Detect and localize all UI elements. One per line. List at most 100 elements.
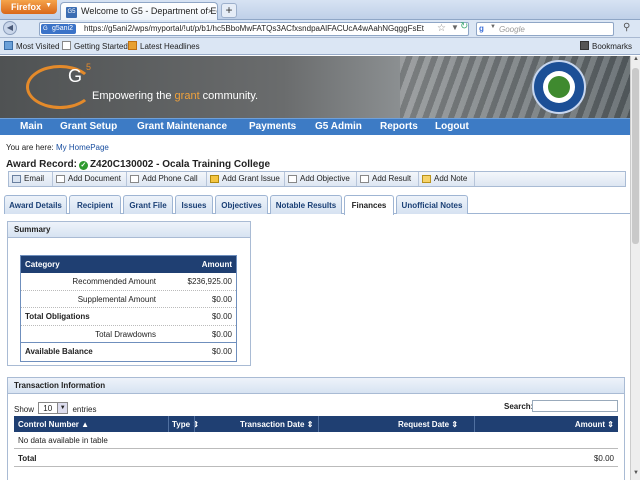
new-tab-button[interactable]: + bbox=[221, 3, 237, 18]
objective-add-icon bbox=[288, 175, 297, 183]
add-grant-issue-button[interactable]: Add Grant Issue bbox=[207, 172, 285, 186]
add-result-button[interactable]: Add Result bbox=[357, 172, 419, 186]
empty-table-message: No data available in table bbox=[14, 432, 618, 449]
sort-icon: ⇕ bbox=[451, 420, 459, 429]
table-row: Total Drawdowns $0.00 bbox=[21, 326, 236, 343]
tab-unofficial-notes[interactable]: Unofficial Notes bbox=[396, 195, 468, 214]
bookmarks-menu-label: Bookmarks bbox=[591, 42, 632, 51]
record-tabs: Award Details Recipient Grant File Issue… bbox=[4, 194, 630, 215]
site-identity-badge[interactable]: g5ani2 bbox=[41, 24, 77, 34]
table-row: Available Balance $0.00 bbox=[21, 343, 236, 361]
add-objective-button[interactable]: Add Objective bbox=[285, 172, 357, 186]
seal-inner bbox=[543, 71, 575, 103]
column-divider bbox=[474, 416, 475, 432]
sort-ascending-icon: ▲ bbox=[81, 420, 90, 429]
bookmark-getting-started[interactable]: Getting Started bbox=[62, 41, 128, 51]
summary-panel: Summary Category Amount Recommended Amou… bbox=[7, 221, 251, 366]
action-label: Add Grant Issue bbox=[222, 174, 280, 183]
scroll-down-arrow-icon[interactable]: ▼ bbox=[631, 470, 640, 480]
tab-objectives[interactable]: Objectives bbox=[215, 195, 268, 214]
bookmark-label: Most Visited bbox=[16, 42, 60, 51]
column-divider bbox=[318, 416, 319, 432]
note-add-icon bbox=[422, 175, 431, 183]
col-control-number[interactable]: Control Number ▲ bbox=[18, 420, 89, 429]
bookmarks-menu[interactable]: Bookmarks bbox=[579, 41, 632, 51]
col-label: Control Number bbox=[18, 420, 79, 429]
row-amount: $0.00 bbox=[211, 312, 232, 321]
firefox-menu-button[interactable]: Firefox ▼ bbox=[1, 0, 57, 14]
entries-select-value: 10 bbox=[43, 404, 53, 413]
search-icon[interactable]: ⚲ bbox=[623, 22, 630, 33]
award-record-value: Z420C130002 - Ocala Training College bbox=[89, 159, 271, 170]
tab-grant-file[interactable]: Grant File bbox=[123, 195, 173, 214]
page-content: G 5 Empowering the grant community. Main… bbox=[0, 56, 630, 480]
bookmark-latest-headlines[interactable]: Latest Headlines bbox=[128, 41, 200, 51]
sort-icon: ⇕ bbox=[607, 420, 614, 429]
add-document-button[interactable]: Add Document bbox=[53, 172, 127, 186]
tab-notable-results[interactable]: Notable Results bbox=[270, 195, 342, 214]
add-phone-call-button[interactable]: Add Phone Call bbox=[127, 172, 207, 186]
row-amount: $0.00 bbox=[211, 294, 232, 304]
google-icon[interactable]: g bbox=[479, 24, 489, 34]
nav-logout[interactable]: Logout bbox=[435, 121, 469, 132]
rss-feed-icon bbox=[128, 41, 137, 50]
breadcrumb-home-link[interactable]: My HomePage bbox=[56, 143, 109, 152]
table-row: Recommended Amount $236,925.00 bbox=[21, 273, 236, 291]
entries-select[interactable]: 10 ▼ bbox=[38, 402, 69, 414]
email-button[interactable]: Email bbox=[9, 172, 53, 186]
bookmark-most-visited[interactable]: Most Visited bbox=[4, 41, 59, 51]
col-label: Transaction Date bbox=[240, 420, 305, 429]
scroll-up-arrow-icon[interactable]: ▲ bbox=[631, 56, 640, 66]
breadcrumb-prefix: You are here: bbox=[6, 143, 56, 152]
firefox-menu-label: Firefox bbox=[11, 2, 42, 12]
col-request-date[interactable]: Request Date ⇕ bbox=[398, 420, 458, 429]
g5-logo-letter: G bbox=[68, 66, 83, 86]
back-arrow-icon[interactable]: ◀ bbox=[3, 21, 17, 35]
nav-grant-setup[interactable]: Grant Setup bbox=[60, 121, 117, 132]
nav-g5-admin[interactable]: G5 Admin bbox=[315, 121, 362, 132]
nav-grant-maintenance[interactable]: Grant Maintenance bbox=[137, 121, 227, 132]
transaction-table: Control Number ▲ Type ⇕ Transaction Date… bbox=[14, 416, 618, 467]
table-search-input[interactable] bbox=[532, 400, 618, 412]
document-add-icon bbox=[56, 175, 65, 183]
tab-award-details[interactable]: Award Details bbox=[4, 195, 67, 214]
col-transaction-date[interactable]: Transaction Date ⇕ bbox=[240, 420, 313, 429]
chevron-down-icon[interactable]: ▼ bbox=[490, 24, 496, 30]
row-label: Available Balance bbox=[25, 347, 93, 356]
tab-issues[interactable]: Issues bbox=[175, 195, 213, 214]
nav-reports[interactable]: Reports bbox=[380, 121, 418, 132]
url-text[interactable]: https://g5ani2/wps/myportal/!ut/p/b1/hc5… bbox=[84, 24, 424, 33]
row-amount: $0.00 bbox=[211, 329, 232, 339]
chevron-down-icon[interactable]: ▼ bbox=[451, 23, 459, 32]
page-scrollbar[interactable]: ▲ ▼ bbox=[630, 56, 640, 480]
nav-main[interactable]: Main bbox=[20, 121, 43, 132]
row-label: Total Obligations bbox=[25, 312, 90, 321]
row-amount: $0.00 bbox=[211, 347, 232, 356]
tab-finances[interactable]: Finances bbox=[344, 195, 394, 215]
add-note-button[interactable]: Add Note bbox=[419, 172, 475, 186]
col-amount[interactable]: Amount ⇕ bbox=[575, 420, 614, 429]
envelope-icon bbox=[12, 175, 21, 183]
entries-label: entries bbox=[72, 405, 97, 414]
transaction-table-footer: Total $0.00 bbox=[14, 449, 618, 467]
g5-banner: G 5 Empowering the grant community. bbox=[0, 56, 630, 118]
result-add-icon bbox=[360, 175, 369, 183]
nav-payments[interactable]: Payments bbox=[249, 121, 296, 132]
star-icon[interactable]: ☆ bbox=[437, 23, 446, 34]
close-icon[interactable]: × bbox=[208, 6, 213, 16]
url-bar[interactable]: g5ani2 https://g5ani2/wps/myportal/!ut/p… bbox=[39, 22, 469, 36]
department-of-education-seal bbox=[532, 60, 586, 114]
search-bar[interactable]: g ▼ Google bbox=[476, 22, 614, 36]
tab-recipient[interactable]: Recipient bbox=[69, 195, 121, 214]
summary-panel-title: Summary bbox=[8, 222, 250, 238]
scroll-thumb[interactable] bbox=[632, 68, 639, 244]
col-label: Amount bbox=[574, 420, 606, 429]
main-navigation: Main Grant Setup Grant Maintenance Payme… bbox=[0, 118, 630, 135]
browser-titlebar: Firefox ▼ G5 Welcome to G5 - Department o… bbox=[0, 0, 640, 20]
browser-tab[interactable]: G5 Welcome to G5 - Department of Educati… bbox=[60, 2, 218, 20]
reload-icon[interactable]: ↻ bbox=[460, 21, 468, 32]
total-value: $0.00 bbox=[593, 454, 614, 463]
action-label: Add Phone Call bbox=[142, 174, 198, 183]
sort-icon: ⇕ bbox=[306, 420, 314, 429]
search-placeholder[interactable]: Google bbox=[499, 25, 525, 34]
